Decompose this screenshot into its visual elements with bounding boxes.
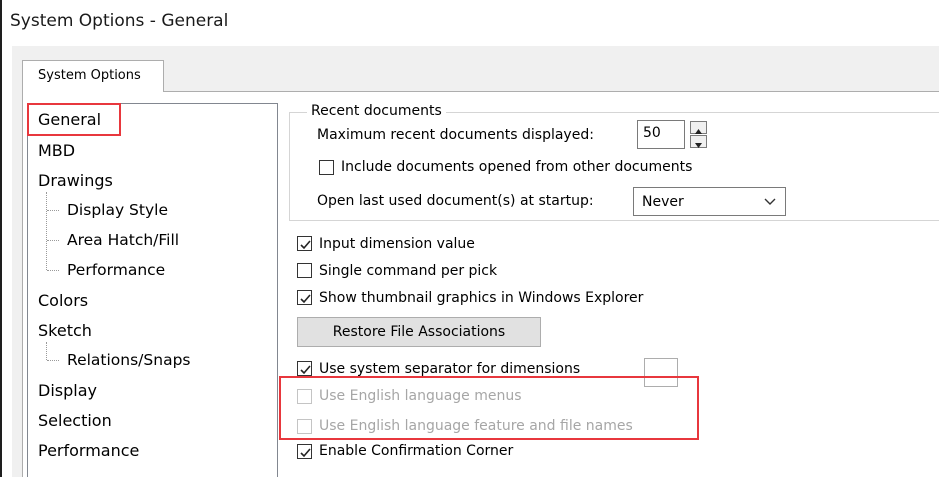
tree-item-performance[interactable]: Performance [38,441,139,460]
tree-item-mbd[interactable]: MBD [38,141,75,160]
tree-connector [47,210,59,211]
checkmark-icon [300,365,311,375]
tree-item-area-hatch-fill[interactable]: Area Hatch/Fill [67,231,179,249]
tree-item-selection[interactable]: Selection [38,411,112,430]
spin-up-button[interactable] [690,121,707,134]
single-command-label: Single command per pick [319,263,498,279]
restore-file-associations-button[interactable]: Restore File Associations [297,317,541,347]
input-dimension-checkbox[interactable] [297,236,312,251]
tree-item-drawings-performance[interactable]: Performance [67,261,165,279]
system-separator-checkbox[interactable] [297,361,312,376]
spin-down-button[interactable] [690,135,707,148]
open-last-value: Never [642,194,684,210]
tree-item-sketch[interactable]: Sketch [38,321,92,340]
tree-item-display[interactable]: Display [38,381,97,400]
highlight-box-general [27,103,121,136]
show-thumbnail-checkbox[interactable] [297,290,312,305]
confirmation-corner-checkbox[interactable] [297,444,312,459]
include-documents-label: Include documents opened from other docu… [341,159,693,175]
highlight-box-english-options [279,376,699,440]
checkmark-icon [300,448,311,458]
tree-item-relations-snaps[interactable]: Relations/Snaps [67,351,190,369]
tree-connector [47,270,59,271]
open-last-label: Open last used document(s) at startup: [317,193,594,209]
show-thumbnail-label: Show thumbnail graphics in Windows Explo… [319,290,644,306]
recent-documents-label: Recent documents [307,103,446,119]
tree-connector [47,240,59,241]
tree-connector [47,360,59,361]
max-recent-input[interactable]: 50 [637,120,685,149]
checkmark-icon [300,240,311,250]
chevron-down-icon [764,198,776,205]
system-separator-label: Use system separator for dimensions [319,361,581,377]
window-left-edge [0,0,2,477]
include-documents-checkbox[interactable] [319,160,334,175]
confirmation-corner-label: Enable Confirmation Corner [319,443,514,459]
window-title: System Options - General [10,11,229,31]
checkmark-icon [300,294,311,304]
tree-item-drawings[interactable]: Drawings [38,171,113,190]
tree-item-colors[interactable]: Colors [38,291,88,310]
max-recent-label: Maximum recent documents displayed: [317,127,594,143]
tree-item-display-style[interactable]: Display Style [67,201,168,219]
single-command-checkbox[interactable] [297,263,312,278]
triangle-down-icon [695,143,702,148]
input-dimension-label: Input dimension value [319,236,475,252]
tab-system-options[interactable]: System Options [22,60,164,92]
open-last-dropdown[interactable]: Never [633,187,786,216]
tree-connector [46,342,47,360]
tree-connector [46,192,47,270]
